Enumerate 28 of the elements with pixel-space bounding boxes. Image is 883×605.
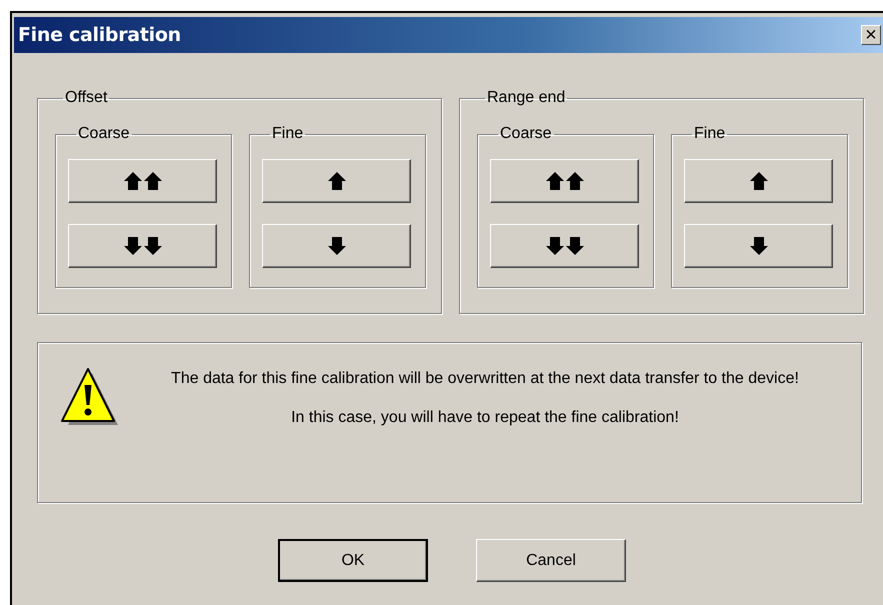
group-label: Fine	[271, 125, 304, 143]
down-arrow-icon	[750, 237, 768, 255]
window-title: Fine calibration	[17, 24, 181, 46]
dialog-button[interactable]: Cancel	[476, 539, 626, 582]
up-arrow-icon	[328, 172, 346, 190]
step-button[interactable]	[262, 159, 411, 203]
dialog-button[interactable]: OK	[278, 539, 428, 582]
group-label: Coarse	[77, 125, 131, 143]
double-down-arrow-icon	[546, 237, 584, 255]
group-label: Fine	[693, 125, 726, 143]
group-label: Offset	[64, 89, 108, 107]
down-arrow-icon	[328, 237, 346, 255]
step-button[interactable]	[490, 224, 639, 268]
double-down-arrow-icon	[124, 237, 162, 255]
message-text: In this case, you will have to repeat the fine calibration!	[290, 408, 680, 428]
double-up-arrow-icon	[124, 172, 162, 190]
message-text: The data for this fine calibration will be overwritten at the next data transfer to the device!	[170, 369, 800, 389]
step-button[interactable]	[262, 224, 411, 268]
close-button[interactable]: ×	[861, 25, 881, 45]
double-up-arrow-icon	[546, 172, 584, 190]
step-button[interactable]	[68, 159, 217, 203]
step-button[interactable]	[490, 159, 639, 203]
group-label: Coarse	[499, 125, 553, 143]
step-button[interactable]	[68, 224, 217, 268]
step-button[interactable]	[684, 159, 833, 203]
group-label: Range end	[486, 89, 566, 107]
up-arrow-icon	[750, 172, 768, 190]
step-button[interactable]	[684, 224, 833, 268]
